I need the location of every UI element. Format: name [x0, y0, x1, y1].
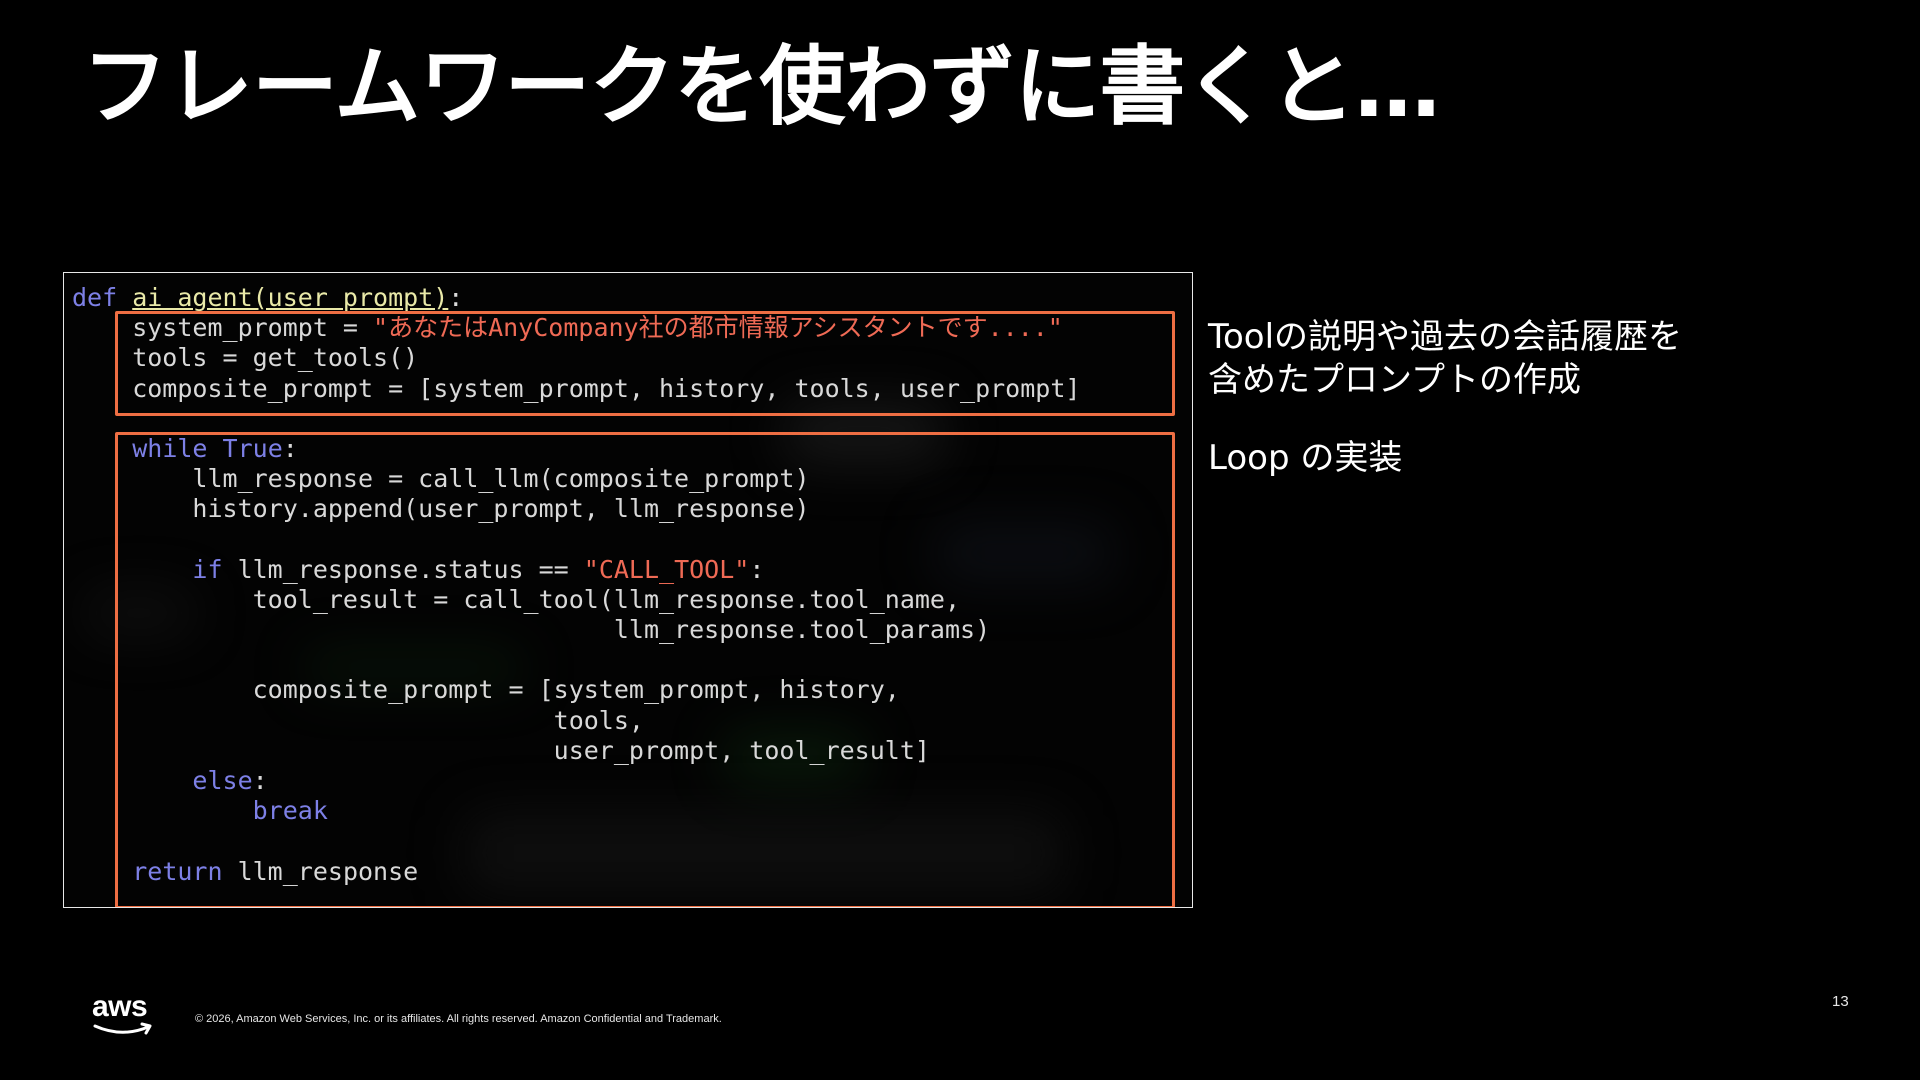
code-line: def ai_agent(user_prompt):: [72, 283, 1080, 313]
code-screenshot: def ai_agent(user_prompt): system_prompt…: [63, 272, 1193, 908]
code-token: def: [72, 283, 118, 312]
code-token: ai_agent(user_prompt): [132, 283, 449, 312]
prompt-highlight-box: [115, 311, 1175, 416]
prompt-annotation: Toolの説明や過去の会話履歴を 含めたプロンプトの作成: [1208, 316, 1682, 402]
aws-logo-icon: aws: [92, 992, 156, 1036]
page-number: 13: [1832, 993, 1849, 1010]
prompt-annotation-line-1: Toolの説明や過去の会話履歴を: [1208, 317, 1683, 357]
aws-logo-text: aws: [92, 990, 148, 1023]
prompt-annotation-line-2: 含めたプロンプトの作成: [1208, 360, 1581, 400]
loop-highlight-box: [115, 432, 1175, 907]
loop-annotation: Loop の実装: [1208, 437, 1402, 480]
copyright-text: © 2026, Amazon Web Services, Inc. or its…: [195, 1013, 722, 1025]
code-token: :: [448, 283, 464, 312]
slide-title: フレームワークを使わずに書くと…: [82, 37, 1440, 137]
loop-annotation-text: Loop の実装: [1208, 438, 1403, 478]
aws-smile-icon: [93, 1022, 152, 1035]
